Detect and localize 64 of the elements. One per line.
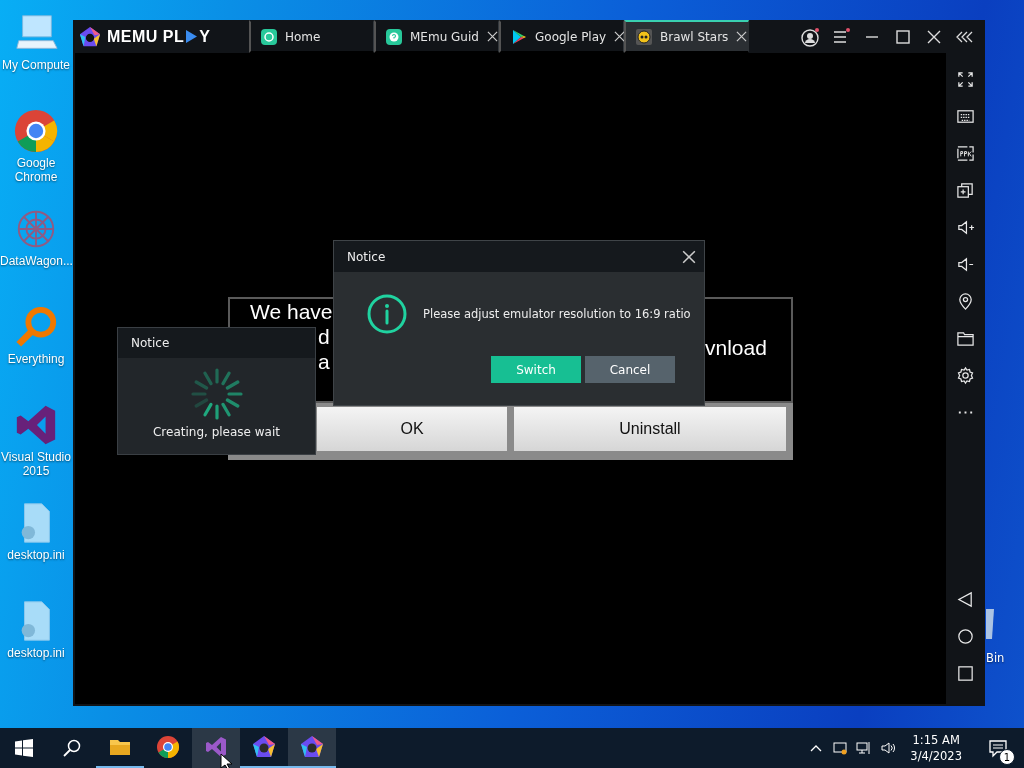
fullscreen-icon[interactable]: [956, 70, 975, 89]
progress-message: Creating, please wait: [153, 425, 280, 439]
dialog-text: d: [317, 324, 331, 349]
keyboard-icon[interactable]: [956, 107, 975, 126]
recents-icon[interactable]: [956, 664, 975, 683]
browser-icon[interactable]: [13, 108, 59, 154]
speaker-icon[interactable]: [880, 740, 897, 756]
taskbar-app[interactable]: [288, 728, 336, 768]
dialog-title: Notice: [131, 336, 170, 350]
home-icon[interactable]: [956, 627, 975, 646]
multi-window-icon[interactable]: [956, 181, 975, 200]
close-icon[interactable]: [736, 31, 748, 42]
dialog-title: Notice: [347, 249, 386, 264]
desktop-icon-label: Bin: [986, 651, 1005, 665]
play-triangle-icon: [186, 30, 198, 43]
logo-text: MEMU PL: [107, 27, 185, 46]
apk-icon[interactable]: [956, 144, 975, 163]
close-icon[interactable]: [486, 31, 498, 42]
clock-time[interactable]: 1:15 AM: [912, 732, 960, 748]
display-icon[interactable]: [832, 740, 849, 756]
desktop-icon-label: Everything: [6, 352, 66, 366]
folder-icon[interactable]: [956, 329, 975, 348]
clock-date[interactable]: 3/4/2023: [910, 748, 962, 764]
user-icon[interactable]: [800, 26, 820, 47]
pentagon-logo-icon: [300, 735, 324, 759]
notification-button[interactable]: 1: [980, 728, 1016, 768]
desktop-icon-label: desktop.ini: [6, 646, 66, 660]
back-icon[interactable]: [956, 590, 975, 609]
volume-up-icon[interactable]: [956, 218, 975, 237]
notice-message: Please adjust emulator resolution to 16:9 ratio: [423, 307, 691, 321]
tab[interactable]: Brawl Stars: [624, 20, 749, 53]
location-icon[interactable]: [956, 292, 975, 311]
logo-text: Y: [199, 27, 211, 46]
notification-count: 1: [999, 749, 1015, 765]
spinner-icon: [189, 367, 244, 421]
browser-icon: [156, 735, 180, 759]
search-icon: [63, 739, 81, 757]
infinity-logo-icon: [204, 735, 228, 759]
mouse-cursor-icon: [220, 753, 232, 768]
pentagon-logo-icon: [79, 25, 101, 48]
cancel-button[interactable]: Cancel: [585, 356, 675, 383]
dialog-button[interactable]: OK: [317, 407, 507, 451]
play-store-icon: [511, 28, 527, 45]
help-icon: [386, 28, 402, 45]
dialog-text: a: [317, 349, 331, 374]
desktop-icon-label: desktop.ini: [6, 548, 66, 562]
pentagon-logo-icon: [252, 735, 276, 759]
desktop-icon-label: Google Chrome: [13, 156, 59, 184]
desktop-icon-label: Visual Studio 2015: [0, 450, 72, 478]
close-icon[interactable]: [614, 31, 626, 42]
taskbar-app[interactable]: [192, 728, 240, 768]
desktop-icon-label: DataWagon...: [0, 254, 72, 268]
skull-icon: [636, 28, 652, 45]
dialog-text: We have: [250, 299, 333, 324]
settings-icon[interactable]: [956, 366, 975, 385]
desktop-icon-label: My Compute: [1, 58, 71, 72]
volume-down-icon[interactable]: [956, 255, 975, 274]
dialog-text: vnload: [705, 335, 767, 361]
info-icon: [367, 294, 407, 334]
network-icon[interactable]: [856, 740, 873, 756]
close-icon[interactable]: [682, 249, 696, 264]
home-app-icon: [261, 28, 277, 45]
windows-icon: [15, 739, 33, 757]
dialog-button[interactable]: Uninstall: [514, 407, 786, 451]
